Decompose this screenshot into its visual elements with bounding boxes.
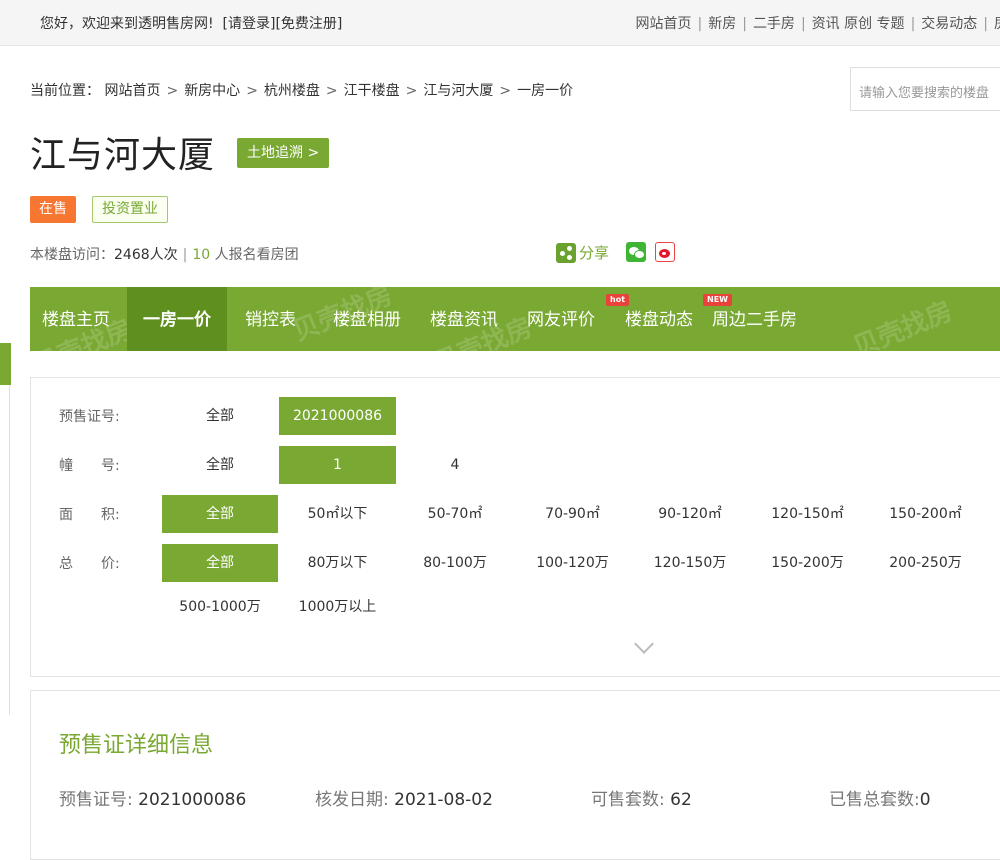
filter-option-selected[interactable]: 2021000086	[279, 397, 396, 435]
separator: |	[983, 16, 988, 32]
filter-option[interactable]: 100-120万	[514, 544, 631, 582]
breadcrumb: 当前位置： 网站首页 > 新房中心 > 杭州楼盘 > 江干楼盘 > 江与河大厦 > 一房一价	[30, 80, 573, 100]
filter-option[interactable]: 全部	[162, 397, 278, 435]
filter-option[interactable]: 150-200万	[749, 544, 866, 582]
filter-option[interactable]: 80万以下	[279, 544, 396, 582]
watermark: 贝壳找房	[847, 291, 957, 364]
welcome-text: 您好，欢迎来到透明售房网! [请登录][免费注册]	[40, 13, 342, 33]
detail-license: 预售证号: 2021000086	[59, 785, 246, 810]
register-link[interactable]: [免费注册]	[275, 16, 342, 32]
breadcrumb-arrow: >	[326, 83, 338, 99]
filter-option[interactable]: 70-90㎡	[514, 495, 631, 533]
welcome-message: 您好，欢迎来到透明售房网!	[40, 16, 214, 32]
filter-option[interactable]: 全部	[162, 446, 278, 484]
status-badge: 在售	[30, 196, 76, 223]
filter-option-selected[interactable]: 1	[279, 446, 396, 484]
detail-available: 可售套数: 62	[591, 785, 692, 810]
filter-option[interactable]: 150-200㎡	[867, 495, 984, 533]
breadcrumb-item[interactable]: 江干楼盘	[344, 83, 400, 99]
land-trace-button[interactable]: 土地追溯 >	[237, 138, 329, 168]
license-detail-panel: 预售证详细信息 预售证号: 2021000086 核发日期: 2021-08-0…	[30, 690, 1000, 860]
top-links: 网站首页 | 新房 | 二手房 | 资讯 原创 专题 | 交易动态 | 房	[636, 13, 1000, 33]
share-label: 分享	[579, 242, 609, 263]
nav-nearby-second-hand[interactable]: 周边二手房	[712, 287, 797, 351]
chevron-down-icon[interactable]	[634, 634, 654, 654]
filter-option[interactable]: 120-150万	[632, 544, 748, 582]
top-link-second-hand[interactable]: 二手房	[753, 16, 795, 32]
detail-sold-value: 0	[920, 790, 931, 810]
separator: |	[801, 16, 806, 32]
invest-tag[interactable]: 投资置业	[92, 196, 168, 223]
filter-panel: 预售证号: 全部 2021000086 幢 号: 全部 1 4 面 积: 全部 …	[30, 377, 1000, 677]
divider	[9, 385, 10, 715]
top-link-home[interactable]: 网站首页	[636, 16, 692, 32]
wechat-icon[interactable]	[626, 242, 646, 262]
signup-text: 人报名看房团	[215, 247, 299, 263]
nav-news[interactable]: 楼盘资讯	[430, 287, 498, 351]
filter-option[interactable]: 500-1000万	[162, 588, 278, 626]
detail-issue-label: 核发日期:	[315, 790, 389, 810]
login-link[interactable]: [请登录]	[223, 16, 276, 32]
separator: |	[742, 16, 747, 32]
top-bar: 您好，欢迎来到透明售房网! [请登录][免费注册] 网站首页 | 新房 | 二手房 | 资讯…	[0, 0, 1000, 46]
detail-available-value: 62	[670, 790, 692, 810]
detail-sold-label: 已售总套数:	[829, 790, 920, 810]
nav-updates[interactable]: 楼盘动态	[625, 287, 693, 351]
search-input[interactable]: 请输入您要搜索的楼盘	[850, 67, 1000, 111]
top-link-trade-news[interactable]: 交易动态	[921, 16, 977, 32]
breadcrumb-item[interactable]: 江与河大厦	[423, 83, 493, 99]
nav-sales-table[interactable]: 销控表	[245, 287, 296, 351]
filter-option[interactable]: 1000万以上	[279, 588, 396, 626]
share-button[interactable]: 分享	[556, 242, 609, 263]
filter-option-selected[interactable]: 全部	[162, 495, 278, 533]
filter-label-area: 面 积:	[59, 504, 120, 524]
detail-sold: 已售总套数:0	[829, 785, 931, 810]
nav-price-per-unit[interactable]: 一房一价	[127, 287, 227, 351]
section-title: 预售证详细信息	[59, 727, 213, 759]
nav-home[interactable]: 楼盘主页	[42, 287, 110, 351]
breadcrumb-prefix: 当前位置：	[30, 83, 100, 99]
breadcrumb-item[interactable]: 杭州楼盘	[264, 83, 320, 99]
top-link-more[interactable]: 房	[994, 16, 1000, 32]
signup-count: 10	[192, 247, 210, 263]
filter-option-selected[interactable]: 全部	[162, 544, 278, 582]
filter-option[interactable]: 50㎡以下	[279, 495, 396, 533]
breadcrumb-arrow: >	[246, 83, 258, 99]
separator: |	[911, 16, 916, 32]
top-link-news[interactable]: 资讯 原创 专题	[812, 16, 905, 32]
detail-issue-value: 2021-08-02	[394, 790, 493, 810]
breadcrumb-item[interactable]: 网站首页	[104, 83, 160, 99]
separator: |	[183, 247, 188, 263]
detail-license-value: 2021000086	[138, 790, 246, 810]
page-title: 江与河大厦	[30, 126, 215, 178]
share-icon	[556, 243, 576, 263]
breadcrumb-current: 一房一价	[517, 83, 573, 99]
detail-available-label: 可售套数:	[591, 790, 665, 810]
filter-label-price: 总 价:	[59, 553, 120, 573]
breadcrumb-arrow: >	[406, 83, 418, 99]
breadcrumb-item[interactable]: 新房中心	[184, 83, 240, 99]
filter-option[interactable]: 200-250万	[867, 544, 984, 582]
filter-option[interactable]: 4	[397, 446, 513, 484]
nav-album[interactable]: 楼盘相册	[333, 287, 401, 351]
filter-option[interactable]: 90-120㎡	[632, 495, 748, 533]
side-tab[interactable]	[0, 343, 11, 385]
breadcrumb-arrow: >	[166, 83, 178, 99]
visits-label: 本楼盘访问：	[30, 247, 114, 263]
visits-value: 2468人次	[114, 247, 178, 263]
filter-option[interactable]: 120-150㎡	[749, 495, 866, 533]
visit-stats: 本楼盘访问：2468人次 |10 人报名看房团	[30, 244, 299, 264]
weibo-icon[interactable]	[655, 242, 675, 262]
filter-option[interactable]: 80-100万	[397, 544, 513, 582]
property-nav: 贝壳找房 贝壳找房 贝壳找房 贝壳找房 楼盘主页 一房一价 销控表 楼盘相册 楼…	[30, 287, 1000, 351]
filter-label-building: 幢 号:	[59, 455, 120, 475]
detail-license-label: 预售证号:	[59, 790, 133, 810]
detail-issue-date: 核发日期: 2021-08-02	[315, 785, 493, 810]
filter-option[interactable]: 50-70㎡	[397, 495, 513, 533]
nav-reviews[interactable]: 网友评价	[527, 287, 595, 351]
top-link-new-house[interactable]: 新房	[708, 16, 736, 32]
filter-label-license: 预售证号:	[59, 406, 120, 426]
separator: |	[698, 16, 703, 32]
breadcrumb-arrow: >	[499, 83, 511, 99]
